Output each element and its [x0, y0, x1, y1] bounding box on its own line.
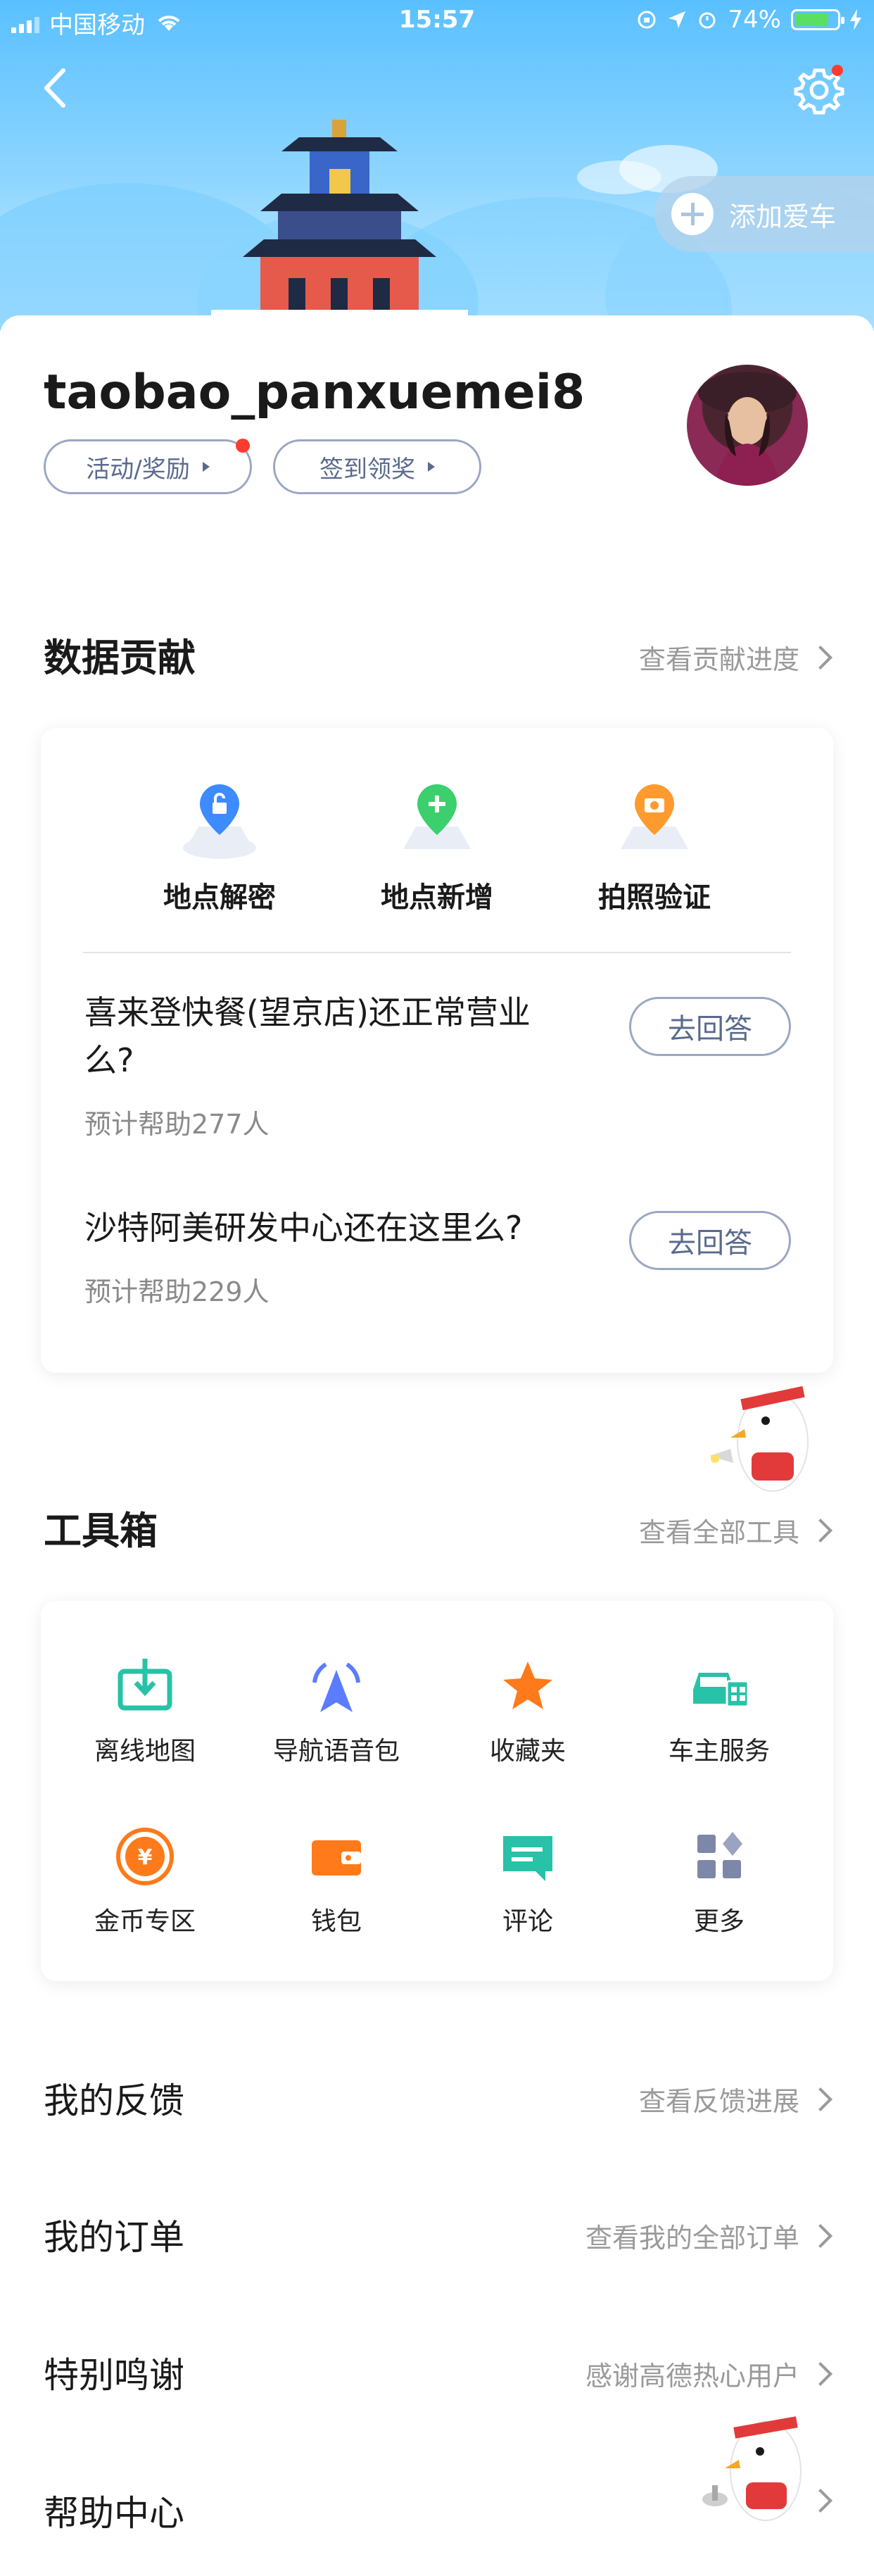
mascot-illustration: [709, 1386, 809, 1492]
menu-title: 我的反馈: [44, 2080, 184, 2121]
tool-more[interactable]: 更多: [628, 1825, 811, 1937]
header-banner: 中国移动 15:57 74% 添加爱车: [0, 0, 874, 331]
wallet-icon: [312, 1840, 361, 1876]
charging-icon: [850, 9, 861, 30]
settings-button[interactable]: [791, 62, 847, 118]
tool-wallet[interactable]: 钱包: [245, 1825, 428, 1937]
chevron-right-icon: [809, 1518, 832, 1543]
battery-icon: [791, 9, 844, 30]
battery-percent: 74%: [728, 6, 781, 34]
tool-label: 金币专区: [94, 1907, 196, 1936]
question-help-count: 预计帮助229人: [84, 1276, 270, 1307]
menu-link-label: 感谢高德热心用户: [585, 2361, 799, 2392]
contribution-title: 数据贡献: [44, 636, 196, 680]
coin-icon: ¥: [116, 1828, 174, 1885]
star-icon: [503, 1661, 552, 1709]
skyline-illustration: [0, 120, 874, 331]
chevron-right-icon: [809, 2223, 832, 2248]
tool-label: 钱包: [310, 1907, 362, 1936]
tool-label: 导航语音包: [272, 1737, 400, 1766]
alarm-icon: [699, 12, 716, 29]
tool-label: 评论: [502, 1907, 553, 1936]
contrib-add-place[interactable]: 地点新增: [331, 777, 543, 915]
tool-label: 收藏夹: [489, 1737, 566, 1766]
notification-dot: [236, 439, 250, 453]
menu-title: 特别鸣谢: [44, 2355, 184, 2396]
more-grid-icon: [697, 1832, 742, 1878]
menu-title: 我的订单: [44, 2217, 184, 2258]
unlock-pin-icon: [183, 784, 256, 859]
chevron-right-icon: [809, 2361, 832, 2386]
avatar[interactable]: [687, 365, 808, 486]
toolbox-card: 离线地图 导航语音包 收藏夹 车主服务 ¥ 金币专区 钱包 评论 更多: [41, 1601, 833, 1981]
contribution-progress-link[interactable]: 查看贡献进度: [638, 638, 832, 677]
toolbox-all-link[interactable]: 查看全部工具: [638, 1511, 832, 1550]
question-title: 喜来登快餐(望京店)还正常营业么?: [84, 993, 531, 1079]
tool-offline-map[interactable]: 离线地图: [53, 1654, 236, 1767]
caret-right-icon: [202, 462, 210, 472]
tool-favorites[interactable]: 收藏夹: [436, 1654, 619, 1767]
notification-dot: [832, 65, 843, 76]
tool-voice-pack[interactable]: 导航语音包: [245, 1654, 428, 1767]
signin-reward-label: 签到领奖: [319, 455, 415, 484]
toolbox-all-label: 查看全部工具: [638, 1517, 799, 1548]
voice-pack-icon: [312, 1662, 360, 1712]
contrib-label: 地点新增: [381, 881, 493, 914]
plus-circle-icon: [671, 193, 714, 235]
answer-button[interactable]: 去回答: [629, 997, 791, 1056]
avatar-portrait: [698, 372, 797, 486]
contrib-label: 拍照验证: [598, 881, 711, 914]
toolbox-title: 工具箱: [44, 1509, 158, 1553]
contribution-progress-label: 查看贡献进度: [638, 644, 799, 675]
rotation-lock-icon: [638, 11, 656, 29]
tool-label: 更多: [693, 1907, 745, 1936]
menu-title: 帮助中心: [44, 2493, 184, 2534]
tool-car-service[interactable]: 车主服务: [628, 1654, 811, 1767]
tool-comments[interactable]: 评论: [436, 1825, 619, 1937]
username: taobao_panxuemei8: [44, 365, 585, 420]
profile-sheet: taobao_panxuemei8 活动/奖励 签到领奖 数据贡献 查看贡献进度: [0, 315, 874, 2576]
svg-text:¥: ¥: [138, 1845, 153, 1870]
location-arrow-icon: [669, 11, 686, 28]
contrib-photo-verify[interactable]: 拍照验证: [549, 777, 760, 915]
contribution-card: 地点解密 地点新增 拍照验证 喜来登快餐(望京店)还正常营业么? 预计帮助277…: [41, 728, 833, 1373]
menu-link-label: 查看我的全部订单: [585, 2223, 799, 2254]
chevron-right-icon: [809, 2087, 832, 2111]
car-service-icon: [693, 1673, 749, 1708]
question-help-count: 预计帮助277人: [84, 1109, 270, 1140]
activity-reward-label: 活动/奖励: [86, 455, 190, 484]
answer-button[interactable]: 去回答: [629, 1211, 791, 1270]
chevron-right-icon: [809, 645, 832, 670]
camera-pin-icon: [621, 784, 688, 849]
contrib-label: 地点解密: [163, 881, 276, 914]
comment-icon: [503, 1836, 552, 1881]
status-bar: 中国移动 15:57 74%: [0, 0, 874, 44]
signin-reward-button[interactable]: 签到领奖: [273, 439, 481, 494]
caret-right-icon: [428, 462, 435, 472]
back-button[interactable]: [35, 63, 77, 113]
add-pin-icon: [403, 784, 471, 849]
tool-label: 车主服务: [668, 1737, 770, 1766]
mascot-illustration: [702, 2416, 802, 2521]
offline-map-icon: [118, 1659, 172, 1711]
activity-reward-button[interactable]: 活动/奖励: [44, 439, 252, 494]
menu-link-label: 查看反馈进展: [638, 2086, 799, 2117]
contrib-unlock-place[interactable]: 地点解密: [114, 777, 325, 915]
tool-label: 离线地图: [94, 1737, 196, 1766]
add-car-label: 添加爱车: [729, 201, 837, 232]
tool-coin-zone[interactable]: ¥ 金币专区: [53, 1825, 236, 1937]
question-title: 沙特阿美研发中心还在这里么?: [84, 1209, 523, 1247]
add-car-button[interactable]: 添加爱车: [654, 176, 874, 252]
divider: [83, 952, 791, 953]
